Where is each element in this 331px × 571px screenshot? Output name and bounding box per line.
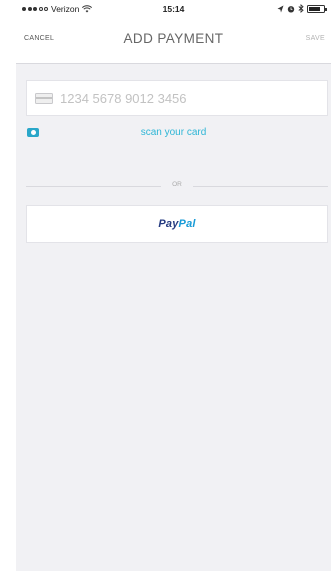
paypal-logo: PayPal <box>158 218 195 230</box>
battery-icon <box>307 4 327 13</box>
status-bar: Verizon 15:14 <box>16 0 331 20</box>
paypal-logo-pal: Pal <box>178 218 196 230</box>
bluetooth-icon <box>298 4 304 13</box>
status-right <box>277 4 327 13</box>
navigation-bar: CANCEL ADD PAYMENT SAVE <box>16 20 331 64</box>
card-number-input[interactable] <box>60 90 300 106</box>
location-icon <box>277 5 284 12</box>
credit-card-icon <box>35 92 53 104</box>
battery-fill <box>309 6 320 11</box>
paypal-button[interactable]: PayPal <box>26 205 328 243</box>
paypal-logo-pay: Pay <box>158 218 179 230</box>
or-divider: OR <box>26 180 328 192</box>
divider-line-right <box>193 186 328 187</box>
save-button[interactable]: SAVE <box>306 35 325 42</box>
scan-card-link[interactable]: scan your card <box>16 127 331 138</box>
card-number-field[interactable] <box>26 80 328 116</box>
alarm-icon <box>287 5 295 12</box>
screen: Verizon 15:14 CANCEL ADD PAYMENT SAVE 12… <box>16 0 331 571</box>
page-title: ADD PAYMENT <box>123 31 224 46</box>
